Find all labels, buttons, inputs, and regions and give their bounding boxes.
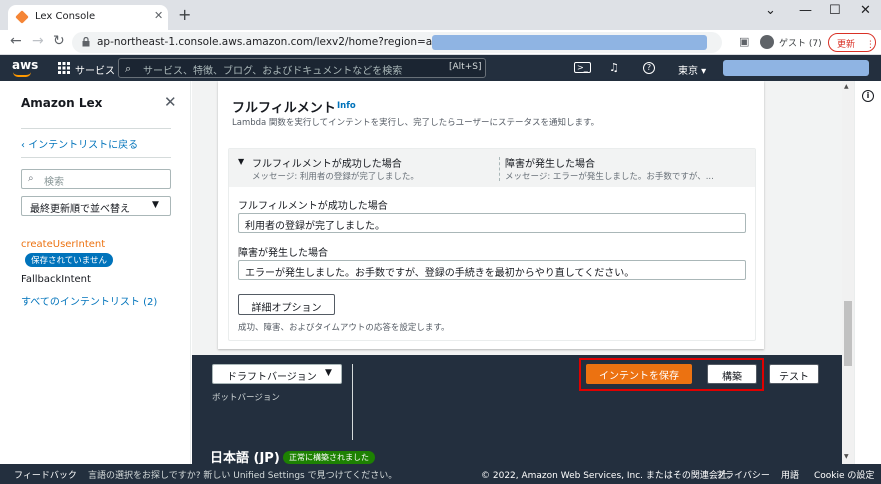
language-prompt[interactable]: 言語の選択をお探しですか? 新しい Unified Settings で見つけて… [88, 468, 397, 481]
back-arrow-icon[interactable]: ← [10, 33, 22, 49]
search-icon: ⌕ [28, 173, 34, 184]
region-selector[interactable]: 東京 ▾ [678, 62, 706, 77]
avatar [760, 35, 774, 49]
help-icon[interactable]: ? [643, 62, 655, 74]
sidebar-title: Amazon Lex [21, 96, 103, 110]
new-tab-icon[interactable]: + [178, 5, 191, 24]
divider [352, 364, 353, 440]
browser-tabstrip: Lex Console ✕ + ⌄ — ☐ ✕ [0, 0, 881, 30]
divider [21, 157, 171, 158]
advanced-options-description: 成功、障害、およびタイムアウトの応答を設定します。 [238, 323, 450, 333]
search-shortcut: [Alt+S] [449, 62, 482, 72]
close-icon[interactable]: ✕ [164, 93, 177, 111]
intent-search-input[interactable]: ⌕ 検索 [21, 169, 171, 189]
maximize-icon[interactable]: ☐ [829, 3, 841, 18]
card-title: フルフィルメント [232, 101, 336, 116]
privacy-link[interactable]: プライバシー [716, 468, 770, 481]
success-header: フルフィルメントが成功した場合 [252, 159, 402, 170]
search-icon: ⌕ [125, 62, 132, 75]
cloudshell-icon[interactable]: >_ [574, 62, 591, 73]
scroll-thumb[interactable] [844, 301, 852, 366]
profile-label: ゲスト (7) [779, 39, 822, 49]
tab-close-icon[interactable]: ✕ [154, 9, 163, 22]
profile-button[interactable]: ゲスト (7) [760, 34, 822, 51]
lock-icon [82, 37, 90, 47]
browser-toolbar: ← → ↻ ap-northeast-1.console.aws.amazon.… [0, 30, 881, 55]
divider [21, 128, 171, 129]
console-footer: フィードバック 言語の選択をお探しですか? 新しい Unified Settin… [0, 464, 881, 484]
copyright: © 2022, Amazon Web Services, Inc. またはその関… [481, 471, 736, 481]
bot-action-bar: ドラフトバージョン ▼ ボットバージョン インテントを保存 構築 テスト 日本語… [192, 355, 842, 466]
info-icon[interactable]: i [862, 90, 874, 102]
unsaved-badge: 保存されていません [25, 253, 113, 267]
services-grid-icon[interactable] [58, 62, 70, 74]
failure-summary: メッセージ: エラーが発生しました。お手数ですが、... [505, 172, 714, 182]
caret-down-icon[interactable]: ▼ [238, 157, 244, 166]
update-button[interactable]: 更新 ⋮ [828, 33, 876, 52]
reload-icon[interactable]: ↻ [53, 33, 65, 49]
fulfillment-response-panel: ▼ フルフィルメントが成功した場合 メッセージ: 利用者の登録が完了しました。 … [228, 148, 756, 341]
success-field-label: フルフィルメントが成功した場合 [238, 201, 388, 212]
cookie-settings-link[interactable]: Cookie の設定 [814, 468, 874, 481]
aws-logo[interactable]: aws [12, 58, 38, 72]
update-label: 更新 [837, 40, 856, 50]
aws-logo-smile [13, 72, 31, 77]
version-select[interactable]: ドラフトバージョン ▼ [212, 364, 342, 384]
services-menu[interactable]: サービス [75, 62, 115, 77]
main-content: フルフィルメント Info Lambda 関数を実行してインテントを実行し、完了… [192, 81, 842, 355]
redacted-account-menu[interactable] [723, 60, 869, 76]
bot-version-label: ボットバージョン [212, 393, 280, 403]
browser-tab[interactable]: Lex Console ✕ [8, 5, 168, 30]
address-bar[interactable]: ap-northeast-1.console.aws.amazon.com/le… [72, 32, 722, 53]
scroll-up-icon[interactable]: ▲ [844, 83, 849, 90]
back-to-intents-link[interactable]: ‹ インテントリストに戻る [21, 136, 138, 151]
fulfillment-card: フルフィルメント Info Lambda 関数を実行してインテントを実行し、完了… [218, 81, 764, 349]
caret-down-icon: ▼ [325, 368, 332, 378]
scroll-down-icon[interactable]: ▼ [844, 453, 849, 460]
divider [499, 157, 500, 181]
sidepanel-icon[interactable]: ▣ [739, 35, 749, 48]
redacted-url-fragment [432, 35, 707, 50]
success-message-input[interactable]: 利用者の登録が完了しました。 [238, 213, 746, 233]
kebab-menu-icon: ⋮ [865, 40, 875, 50]
build-status-badge: 正常に構築されました [283, 451, 375, 464]
info-link[interactable]: Info [337, 101, 356, 111]
terms-link[interactable]: 用語 [781, 468, 799, 481]
advanced-options-button[interactable]: 詳細オプション [238, 294, 335, 315]
test-button[interactable]: テスト [769, 364, 819, 384]
window-close-icon[interactable]: ✕ [860, 3, 871, 18]
forward-arrow-icon[interactable]: → [32, 33, 44, 49]
page-scrollbar[interactable]: ▲ ▼ [842, 81, 854, 464]
bell-icon[interactable]: ♫ [609, 61, 619, 74]
build-button[interactable]: 構築 [707, 364, 757, 384]
back-link-label: インテントリストに戻る [28, 140, 139, 151]
aws-search-input[interactable]: ⌕ サービス、特徴、ブログ、およびドキュメントなどを検索 [Alt+S] [118, 58, 486, 78]
aws-top-nav: aws サービス ⌕ サービス、特徴、ブログ、およびドキュメントなどを検索 [A… [0, 55, 881, 81]
tab-title: Lex Console [35, 11, 96, 22]
all-intents-link[interactable]: すべてのインテントリスト (2) [21, 293, 157, 308]
version-select-label: ドラフトバージョン [227, 372, 317, 383]
tools-panel: i [854, 81, 881, 464]
intent-sidebar: Amazon Lex ✕ ‹ インテントリストに戻る ⌕ 検索 最終更新順で並べ… [0, 81, 191, 464]
search-placeholder: サービス、特徴、ブログ、およびドキュメントなどを検索 [143, 66, 403, 77]
feedback-link[interactable]: フィードバック [14, 468, 77, 481]
search-placeholder: 検索 [44, 177, 64, 188]
sort-label: 最終更新順で並べ替え [30, 204, 130, 215]
failure-message-input[interactable]: エラーが発生しました。お手数ですが、登録の手続きを最初からやり直してください。 [238, 260, 746, 280]
caret-down-icon: ▼ [152, 200, 159, 210]
failure-header: 障害が発生した場合 [505, 159, 595, 170]
sort-select[interactable]: 最終更新順で並べ替え ▼ [21, 196, 171, 216]
failure-field-label: 障害が発生した場合 [238, 248, 328, 259]
aws-favicon-icon [15, 10, 29, 24]
success-summary: メッセージ: 利用者の登録が完了しました。 [252, 172, 419, 182]
sidebar-item-createuserintent[interactable]: createUserIntent [21, 239, 105, 250]
response-panel-header[interactable]: ▼ フルフィルメントが成功した場合 メッセージ: 利用者の登録が完了しました。 … [229, 149, 755, 187]
chevron-down-icon[interactable]: ⌄ [765, 3, 776, 18]
minimize-icon[interactable]: — [799, 3, 812, 18]
card-description: Lambda 関数を実行してインテントを実行し、完了したらユーザーにステータスを… [232, 118, 600, 128]
save-intent-button[interactable]: インテントを保存 [586, 364, 692, 384]
sidebar-item-fallbackintent[interactable]: FallbackIntent [21, 274, 91, 285]
